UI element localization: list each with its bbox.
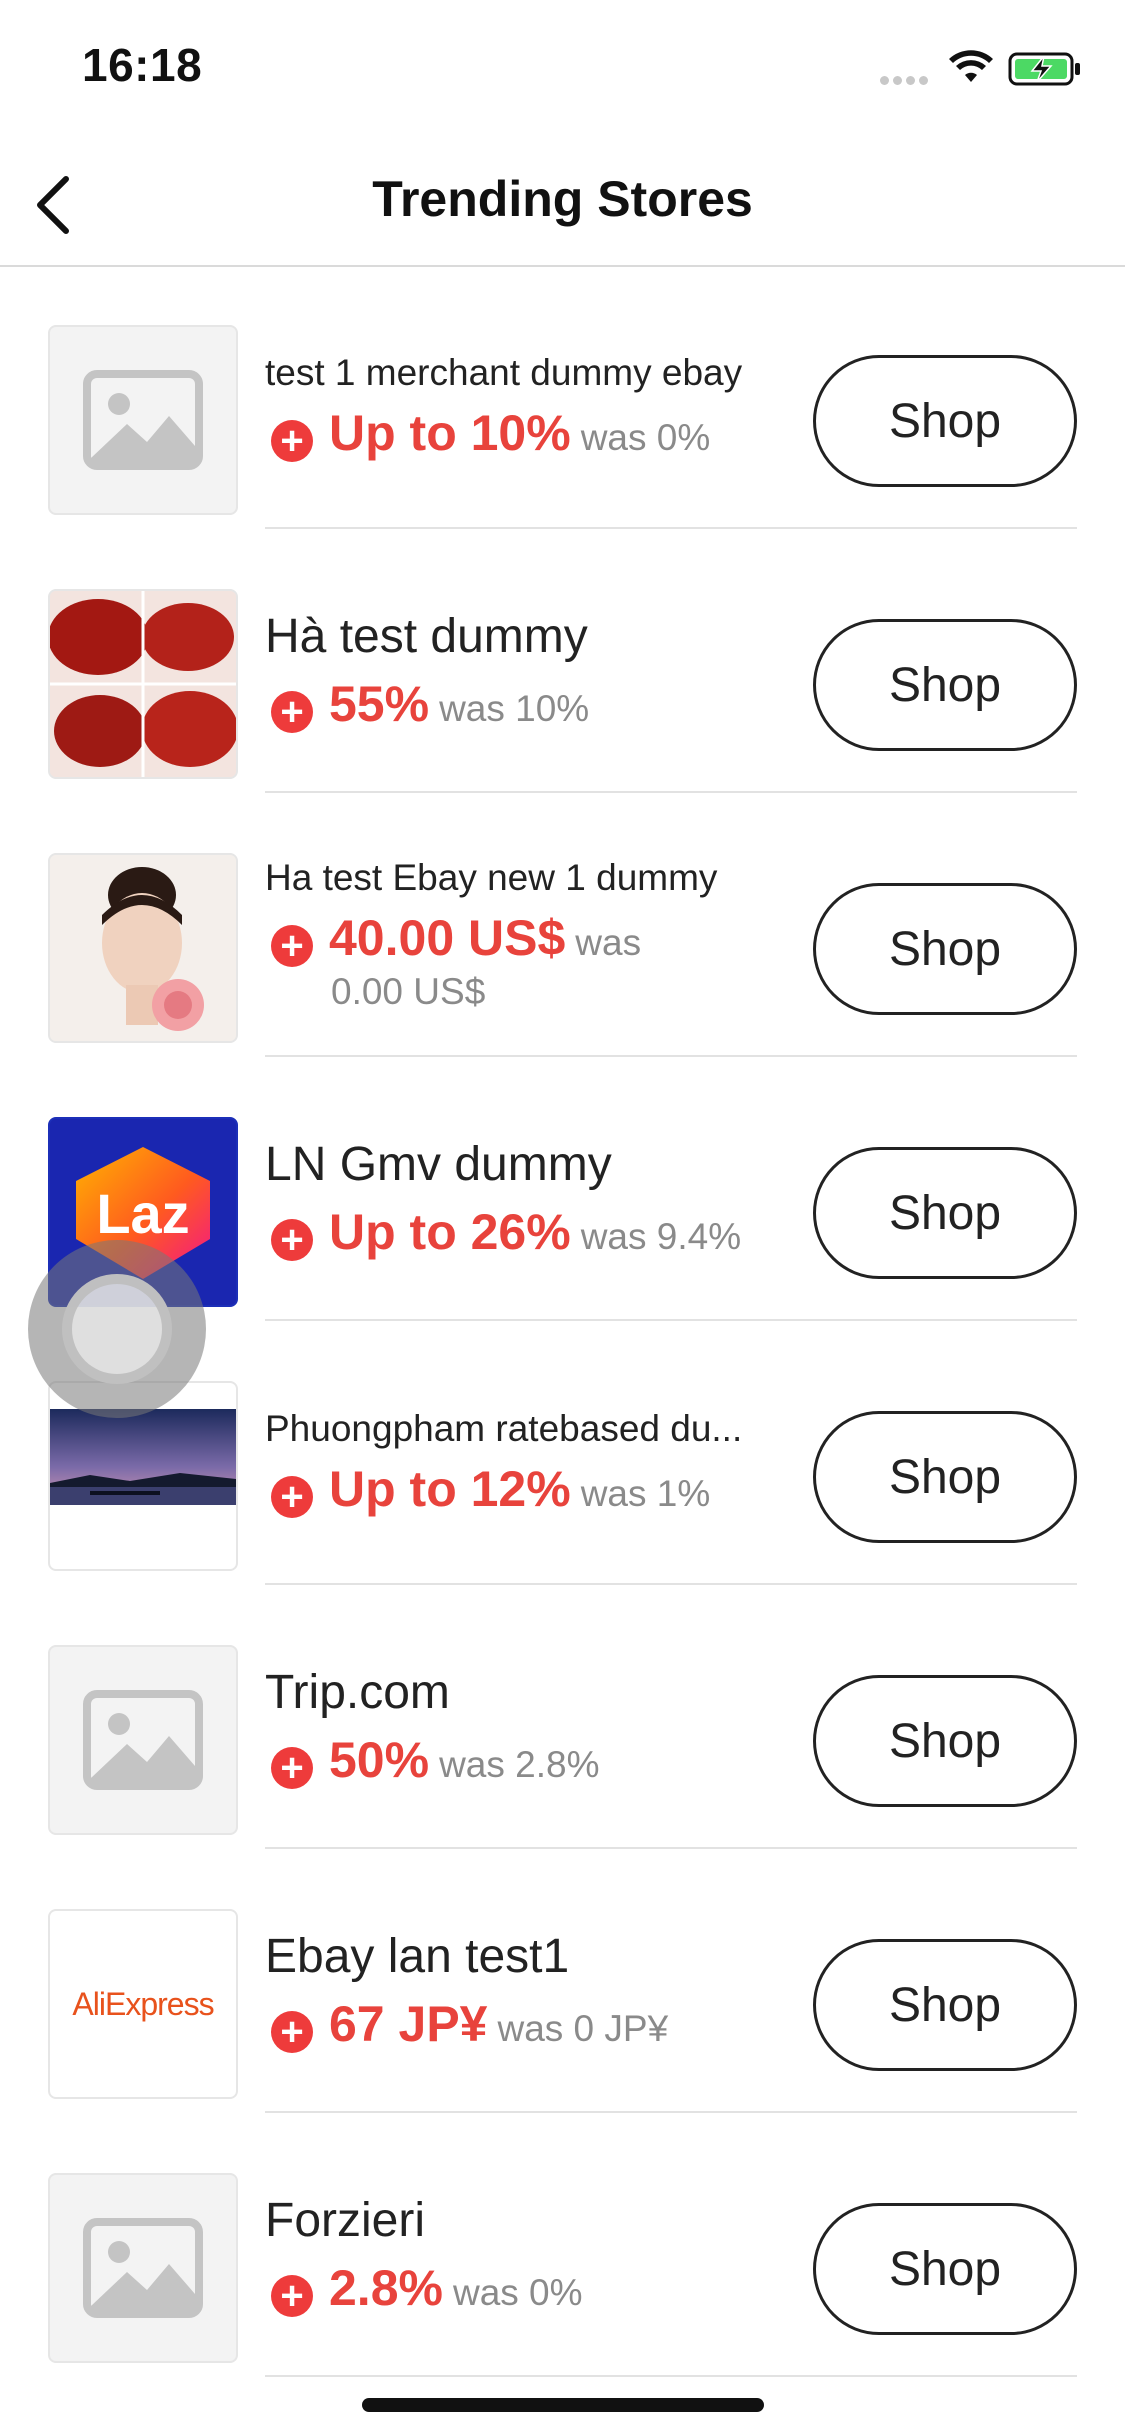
previous-rate: was 9.4%	[580, 1215, 742, 1257]
image-placeholder-icon	[50, 327, 236, 513]
plus-circle-icon: +	[271, 1218, 313, 1261]
shop-button[interactable]: Shop	[813, 1939, 1077, 2071]
cashback-rate: Up to 12%	[329, 1461, 571, 1518]
shop-button[interactable]: Shop	[813, 619, 1077, 751]
store-logo	[48, 1645, 238, 1835]
cashback-rate: Up to 26%	[329, 1203, 571, 1260]
wifi-icon	[949, 50, 993, 82]
store-name: LN Gmv dummy	[265, 1138, 612, 1192]
store-row[interactable]: Trip.com + 50% was 2.8% Shop	[0, 1585, 1125, 1849]
previous-rate: was 2.8%	[439, 1743, 600, 1785]
shop-button[interactable]: Shop	[813, 1411, 1077, 1543]
shop-button[interactable]: Shop	[813, 1675, 1077, 1807]
page-title: Trending Stores	[372, 171, 753, 227]
plus-circle-icon: +	[271, 1746, 313, 1789]
previous-rate: was 0 JP¥	[497, 2007, 669, 2049]
cashback-rate: Up to 10%	[329, 405, 571, 462]
previous-rate: was 1%	[580, 1473, 711, 1515]
shop-button[interactable]: Shop	[813, 2203, 1077, 2335]
plus-circle-icon: +	[271, 2274, 313, 2317]
store-name: Ebay lan test1	[265, 1930, 570, 1984]
navigation-bar: Trending Stores	[0, 140, 1125, 267]
plus-circle-icon: +	[271, 925, 313, 968]
cashback-rate: 67 JP¥	[329, 1995, 488, 2052]
store-row[interactable]: Ha test Ebay new 1 dummy + 40.00 US$ was…	[0, 793, 1125, 1057]
battery-charging-icon	[1008, 52, 1080, 86]
home-indicator[interactable]	[362, 2398, 764, 2412]
lipstick-swatches-image	[50, 591, 236, 777]
store-row[interactable]: test 1 merchant dummy ebay + Up to 10% w…	[0, 265, 1125, 529]
previous-rate-continued: 0.00 US$	[331, 971, 486, 1013]
image-placeholder-icon	[50, 2175, 236, 2361]
store-name: Ha test Ebay new 1 dummy	[265, 856, 718, 898]
store-logo	[48, 325, 238, 515]
cashback-rate: 40.00 US$	[329, 910, 566, 967]
plus-circle-icon: +	[271, 1476, 313, 1519]
assistive-touch-button[interactable]	[28, 1240, 206, 1418]
store-name: test 1 merchant dummy ebay	[265, 351, 743, 393]
shop-button[interactable]: Shop	[813, 883, 1077, 1015]
store-name: Trip.com	[265, 1666, 450, 1720]
portrait-photo-image	[50, 855, 236, 1041]
store-logo: AliExpress	[48, 1909, 238, 2099]
store-logo	[48, 2173, 238, 2363]
store-logo	[48, 853, 238, 1043]
status-time: 16:18	[82, 39, 203, 91]
divider	[265, 2375, 1077, 2377]
assistive-touch-icon	[62, 1274, 172, 1384]
store-logo	[48, 589, 238, 779]
store-name: Forzieri	[265, 2194, 426, 2248]
store-name: Phuongpham ratebased du...	[265, 1407, 743, 1449]
plus-circle-icon: +	[271, 690, 313, 733]
status-bar: 16:18	[0, 0, 1125, 140]
previous-rate: was 0%	[452, 2271, 583, 2313]
previous-rate: was 10%	[439, 687, 590, 729]
store-row[interactable]: AliExpress Ebay lan test1 + 67 JP¥ was 0…	[0, 1849, 1125, 2113]
plus-circle-icon: +	[271, 2010, 313, 2053]
cellular-signal-icon	[880, 72, 932, 85]
store-row[interactable]: Forzieri + 2.8% was 0% Shop	[0, 2113, 1125, 2377]
plus-circle-icon: +	[271, 420, 313, 463]
shop-button[interactable]: Shop	[813, 355, 1077, 487]
cashback-rate: 55%	[329, 675, 430, 732]
lazada-logo-text: Laz	[96, 1182, 190, 1245]
previous-rate: was	[575, 922, 642, 964]
shop-button[interactable]: Shop	[813, 1147, 1077, 1279]
cashback-rate: 50%	[329, 1731, 430, 1788]
image-placeholder-icon	[50, 1647, 236, 1833]
store-name: Hà test dummy	[265, 610, 588, 664]
aliexpress-logo: AliExpress	[72, 1985, 214, 2022]
cashback-rate: 2.8%	[329, 2259, 443, 2316]
store-row[interactable]: Hà test dummy + 55% was 10% Shop	[0, 529, 1125, 793]
previous-rate: was 0%	[580, 417, 711, 459]
